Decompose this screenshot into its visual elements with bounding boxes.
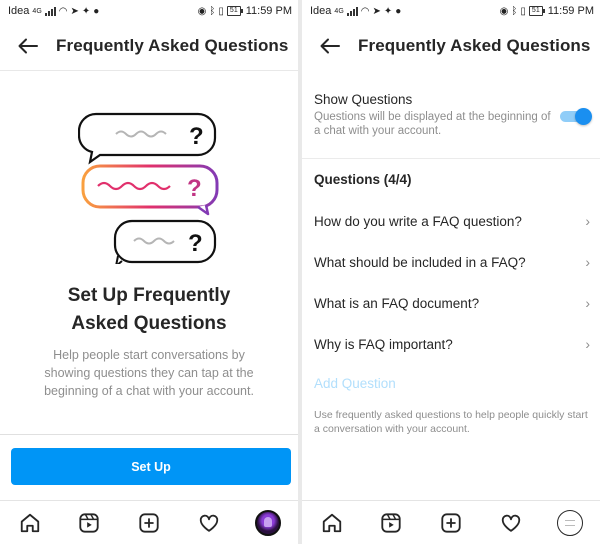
home-icon[interactable] <box>14 507 46 539</box>
bottom-tab-bar <box>302 500 600 544</box>
network-label: 4G <box>334 7 344 15</box>
question-item[interactable]: What should be included in a FAQ? › <box>314 247 590 277</box>
faq-help-note: Use frequently asked questions to help p… <box>314 409 588 435</box>
question-item[interactable]: How do you write a FAQ question? › <box>314 206 590 236</box>
show-questions-toggle[interactable] <box>560 108 592 125</box>
footer-divider <box>0 434 298 435</box>
twitter-icon: ✦ <box>383 5 393 17</box>
question-item[interactable]: What is an FAQ document? › <box>314 288 590 318</box>
add-question-button[interactable]: Add Question <box>314 376 396 391</box>
intro-heading: Set Up Frequently Asked Questions <box>0 282 298 338</box>
show-questions-label: Show Questions <box>314 92 413 107</box>
battery-icon: 51 <box>226 6 243 16</box>
question-text: How do you write a FAQ question? <box>314 213 522 229</box>
vibrate-icon: ▯ <box>520 5 526 17</box>
eye-icon: ◉ <box>499 5 509 17</box>
chevron-right-icon: › <box>585 213 590 229</box>
show-questions-description: Questions will be displayed at the begin… <box>314 111 551 137</box>
reels-icon[interactable] <box>73 507 105 539</box>
vibrate-icon: ▯ <box>218 5 224 17</box>
status-bar: Idea 4G ◠ ➤ ✦ ● ◉ ᛒ ▯ 51 11:59 PM <box>0 0 298 22</box>
intro-description: Help people start conversations by showi… <box>44 348 254 398</box>
section-divider <box>302 158 600 159</box>
bottom-tab-bar <box>0 500 298 544</box>
svg-text:?: ? <box>188 230 203 257</box>
page-title: Frequently Asked Questions <box>358 36 591 55</box>
wifi-icon: ◠ <box>58 5 68 17</box>
svg-text:?: ? <box>187 175 202 202</box>
bluetooth-icon: ᛒ <box>511 5 518 17</box>
avatar <box>255 509 282 536</box>
profile-avatar-tab[interactable] <box>252 507 284 539</box>
page-title: Frequently Asked Questions <box>56 36 289 55</box>
profile-avatar-tab[interactable] <box>554 507 586 539</box>
intro-heading-line2: Asked Questions <box>71 313 227 334</box>
wifi-icon: ◠ <box>360 5 370 17</box>
questions-count-header: Questions (4/4) <box>314 172 412 187</box>
faq-bubbles-illustration: ? ? ? <box>78 112 219 264</box>
carrier-label: Idea <box>8 5 30 17</box>
chevron-right-icon: › <box>585 295 590 311</box>
battery-icon: 51 <box>528 6 545 16</box>
header-divider <box>0 70 298 71</box>
clock: 11:59 PM <box>245 5 292 17</box>
navigation-icon: ➤ <box>372 5 381 17</box>
message-icon: ● <box>93 5 100 17</box>
signal-icon <box>346 6 358 16</box>
show-questions-row: Show Questions Questions will be display… <box>314 92 592 144</box>
set-up-button[interactable]: Set Up <box>11 448 291 485</box>
chevron-right-icon: › <box>585 336 590 352</box>
navigation-icon: ➤ <box>70 5 79 17</box>
avatar <box>557 509 584 536</box>
signal-icon <box>44 6 56 16</box>
eye-icon: ◉ <box>197 5 207 17</box>
clock: 11:59 PM <box>547 5 594 17</box>
back-arrow-icon[interactable] <box>302 22 358 70</box>
carrier-label: Idea <box>310 5 332 17</box>
question-text: Why is FAQ important? <box>314 336 453 352</box>
new-post-icon[interactable] <box>133 507 165 539</box>
activity-heart-icon[interactable] <box>193 507 225 539</box>
twitter-icon: ✦ <box>81 5 91 17</box>
message-icon: ● <box>395 5 402 17</box>
faq-intro-screen: Idea 4G ◠ ➤ ✦ ● ◉ ᛒ ▯ 51 11:59 PM Freque… <box>0 0 298 544</box>
svg-text:?: ? <box>189 123 204 150</box>
reels-icon[interactable] <box>375 507 407 539</box>
back-arrow-icon[interactable] <box>0 22 56 70</box>
intro-heading-line1: Set Up Frequently <box>67 285 231 306</box>
header: Frequently Asked Questions <box>0 22 298 70</box>
status-bar: Idea 4G ◠ ➤ ✦ ● ◉ ᛒ ▯ 51 11:59 PM <box>302 0 600 22</box>
home-icon[interactable] <box>316 507 348 539</box>
question-text: What should be included in a FAQ? <box>314 254 526 270</box>
activity-heart-icon[interactable] <box>495 507 527 539</box>
bluetooth-icon: ᛒ <box>209 5 216 17</box>
network-label: 4G <box>32 7 42 15</box>
question-item[interactable]: Why is FAQ important? › <box>314 329 590 359</box>
faq-settings-screen: Idea 4G ◠ ➤ ✦ ● ◉ ᛒ ▯ 51 11:59 PM Freque… <box>302 0 600 544</box>
chevron-right-icon: › <box>585 254 590 270</box>
header: Frequently Asked Questions <box>302 22 600 70</box>
question-text: What is an FAQ document? <box>314 295 480 311</box>
toggle-knob <box>575 108 592 125</box>
new-post-icon[interactable] <box>435 507 467 539</box>
